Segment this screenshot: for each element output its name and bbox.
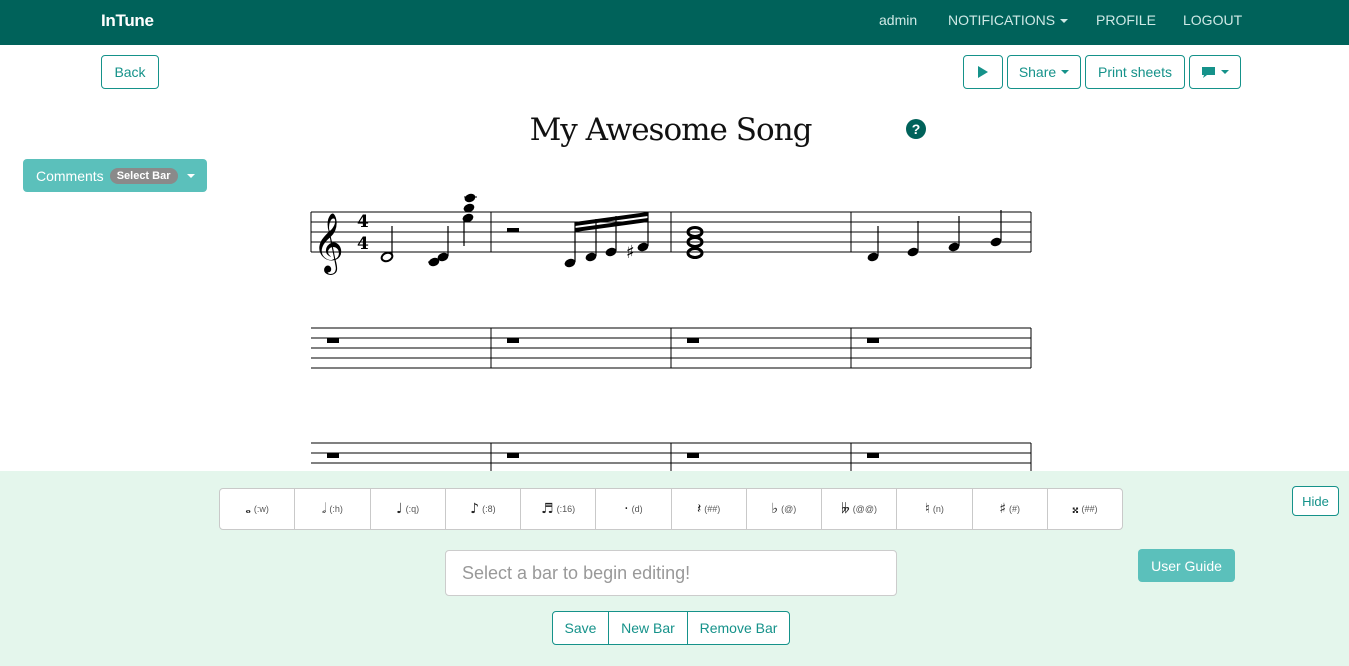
natural-icon: ♮ [924,501,930,517]
staff-system-3[interactable] [311,442,1032,471]
whole-note-icon: 𝅝 [245,501,251,517]
palette-label: (@@) [852,504,877,514]
bar-2-notes[interactable]: ♯ [507,212,650,269]
half-note-icon: 𝅗𝅥 [321,501,327,517]
user-guide-button[interactable]: User Guide [1138,549,1235,582]
palette-dot[interactable]: · (d) [596,489,672,529]
eighth-note-icon: ♪ [470,501,480,517]
staff-system-1[interactable] [310,211,1032,253]
save-button[interactable]: Save [553,612,609,644]
palette-flat[interactable]: ♭ (@) [747,489,822,529]
palette-sixteenth-note[interactable]: ♬ (:16) [521,489,597,529]
palette-label: (:8) [482,504,496,514]
remove-bar-button[interactable]: Remove Bar [688,612,789,644]
sixteenth-note-icon: ♬ [541,501,554,517]
palette-half-note[interactable]: 𝅗𝅥 (:h) [295,489,371,529]
palette-label: (@) [781,504,797,514]
quarter-note-icon: ♩ [396,501,403,517]
palette-eighth-note[interactable]: ♪ (:8) [446,489,521,529]
double-sharp-icon: 𝄪 [1072,501,1079,517]
palette-double-sharp[interactable]: 𝄪 (##) [1048,489,1122,529]
palette-whole-note[interactable]: 𝅝 (:w) [220,489,296,529]
palette-label: (##) [704,504,721,514]
palette-label: (:16) [556,504,576,514]
palette-double-flat[interactable]: 𝄫 (@@) [822,489,898,529]
staff-system-2[interactable] [311,327,1032,369]
palette-quarter-note[interactable]: ♩ (:q) [371,489,446,529]
system-3-rests [327,453,879,458]
new-bar-button[interactable]: New Bar [609,612,688,644]
palette-sharp[interactable]: ♯ (#) [973,489,1048,529]
bar-4-notes[interactable] [866,210,1002,263]
bar-1-notes[interactable] [380,192,477,267]
note-palette: 𝅝 (:w) 𝅗𝅥 (:h) ♩ (:q) ♪ (:8) ♬ (:16) · (d) 𝄽 (#… [219,488,1123,530]
palette-label: (d) [631,504,643,514]
palette-label: (n) [932,504,944,514]
treble-clef-icon: 𝄞 [313,213,344,275]
hide-editor-button[interactable]: Hide [1292,486,1339,516]
palette-label: (##) [1081,504,1098,514]
time-signature-top: 4 [357,212,369,232]
double-flat-icon: 𝄫 [841,501,850,517]
music-score[interactable]: 𝄞 4 4 ♯ [0,0,1349,471]
bar-editor-input[interactable] [445,550,897,596]
palette-label: (:w) [253,504,269,514]
flat-icon: ♭ [771,501,779,517]
time-signature-bottom: 4 [357,234,369,254]
palette-label: (:h) [329,504,343,514]
dot-icon: · [624,501,629,517]
bar-actions-group: Save New Bar Remove Bar [552,611,790,645]
system-2-rests [327,338,879,343]
palette-label: (#) [1009,504,1021,514]
sharp-icon: ♯ [999,501,1007,517]
palette-natural[interactable]: ♮ (n) [897,489,973,529]
palette-rest[interactable]: 𝄽 (##) [672,489,747,529]
palette-label: (:q) [405,504,420,514]
svg-text:♯: ♯ [626,242,635,263]
rest-icon: 𝄽 [696,501,702,517]
